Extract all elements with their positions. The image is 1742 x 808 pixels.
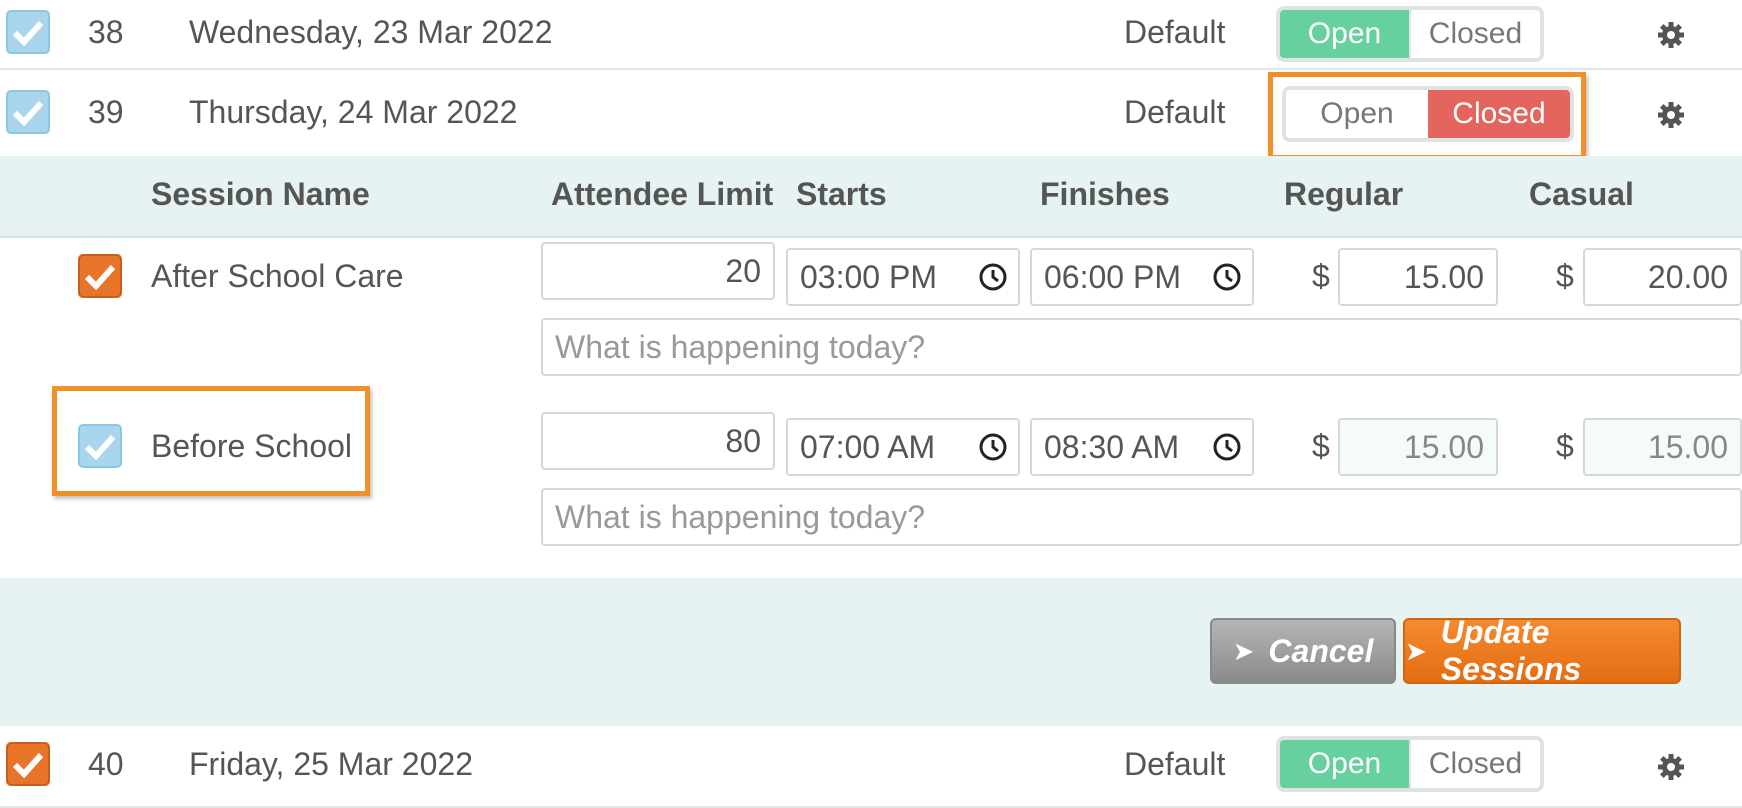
gear-icon[interactable] bbox=[1656, 752, 1686, 782]
day-checkbox[interactable] bbox=[6, 742, 50, 786]
day-mode: Default bbox=[1124, 94, 1226, 130]
day-date: Wednesday, 23 Mar 2022 bbox=[189, 14, 553, 50]
session-checkbox[interactable] bbox=[78, 254, 122, 298]
regular-price-input[interactable]: 15.00 bbox=[1338, 248, 1498, 306]
clock-icon bbox=[1213, 433, 1241, 461]
start-time-input[interactable]: 07:00 AM bbox=[786, 418, 1020, 476]
header-attendee-limit: Attendee Limit bbox=[551, 176, 774, 212]
casual-price-input[interactable]: 20.00 bbox=[1583, 248, 1742, 306]
toggle-open-option[interactable]: Open bbox=[1280, 10, 1409, 58]
start-time-value: 07:00 AM bbox=[800, 428, 936, 465]
open-closed-toggle[interactable]: Open Closed bbox=[1276, 736, 1544, 792]
header-finishes: Finishes bbox=[1040, 176, 1170, 212]
day-checkbox[interactable] bbox=[6, 10, 50, 54]
day-number: 38 bbox=[88, 14, 124, 50]
toggle-highlight bbox=[1268, 72, 1586, 160]
session-note-input[interactable]: What is happening today? bbox=[541, 488, 1742, 546]
open-closed-toggle[interactable]: Open Closed bbox=[1276, 6, 1544, 62]
start-time-input[interactable]: 03:00 PM bbox=[786, 248, 1020, 306]
update-sessions-button[interactable]: ➤ Update Sessions bbox=[1403, 614, 1681, 687]
currency-symbol: $ bbox=[1556, 428, 1574, 464]
cancel-button-label: Cancel bbox=[1268, 632, 1374, 669]
day-row: 40 Friday, 25 Mar 2022 Default Open Clos… bbox=[0, 728, 1742, 808]
clock-icon bbox=[979, 263, 1007, 291]
day-date: Friday, 25 Mar 2022 bbox=[189, 746, 473, 782]
currency-symbol: $ bbox=[1312, 258, 1330, 294]
arrow-right-icon: ➤ bbox=[1405, 635, 1427, 666]
currency-symbol: $ bbox=[1312, 428, 1330, 464]
finish-time-input[interactable]: 06:00 PM bbox=[1030, 248, 1254, 306]
day-row: 38 Wednesday, 23 Mar 2022 Default Open C… bbox=[0, 0, 1742, 70]
clock-icon bbox=[1213, 263, 1241, 291]
session-highlight bbox=[52, 386, 370, 496]
attendee-limit-input[interactable]: 80 bbox=[541, 412, 775, 470]
toggle-closed-option[interactable]: Closed bbox=[1409, 740, 1540, 788]
session-note-input[interactable]: What is happening today? bbox=[541, 318, 1742, 376]
header-starts: Starts bbox=[796, 176, 887, 212]
checkmark-icon bbox=[84, 264, 116, 290]
start-time-value: 03:00 PM bbox=[800, 258, 937, 295]
day-number: 39 bbox=[88, 94, 124, 130]
checkmark-icon bbox=[12, 20, 44, 46]
header-regular: Regular bbox=[1284, 176, 1404, 212]
finish-time-value: 06:00 PM bbox=[1044, 258, 1181, 295]
gear-icon[interactable] bbox=[1656, 20, 1686, 50]
finish-time-input[interactable]: 08:30 AM bbox=[1030, 418, 1254, 476]
update-sessions-button-label: Update Sessions bbox=[1440, 614, 1582, 687]
day-number: 40 bbox=[88, 746, 124, 782]
currency-symbol: $ bbox=[1556, 258, 1574, 294]
clock-icon bbox=[979, 433, 1007, 461]
header-session-name: Session Name bbox=[151, 176, 370, 212]
toggle-closed-option[interactable]: Closed bbox=[1409, 10, 1540, 58]
gear-icon[interactable] bbox=[1656, 100, 1686, 130]
day-checkbox[interactable] bbox=[6, 90, 50, 134]
attendee-limit-input[interactable]: 20 bbox=[541, 242, 775, 300]
session-name: After School Care bbox=[151, 258, 404, 294]
day-mode: Default bbox=[1124, 14, 1226, 50]
checkmark-icon bbox=[12, 752, 44, 778]
cancel-button[interactable]: ➤ Cancel bbox=[1210, 618, 1396, 684]
casual-price-input[interactable]: 15.00 bbox=[1583, 418, 1742, 476]
day-mode: Default bbox=[1124, 746, 1226, 782]
day-date: Thursday, 24 Mar 2022 bbox=[189, 94, 518, 130]
toggle-open-option[interactable]: Open bbox=[1280, 740, 1409, 788]
header-casual: Casual bbox=[1529, 176, 1634, 212]
finish-time-value: 08:30 AM bbox=[1044, 428, 1180, 465]
arrow-right-icon: ➤ bbox=[1232, 635, 1255, 666]
checkmark-icon bbox=[12, 100, 44, 126]
regular-price-input[interactable]: 15.00 bbox=[1338, 418, 1498, 476]
